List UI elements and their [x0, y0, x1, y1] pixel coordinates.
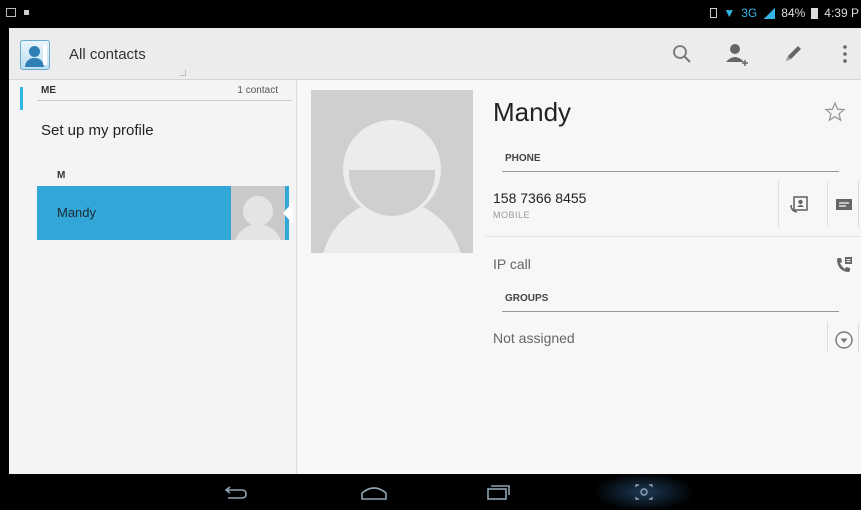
back-icon[interactable]: [218, 480, 254, 504]
vertical-divider: [827, 322, 828, 352]
letter-section-header: M: [57, 170, 66, 181]
add-contact-icon[interactable]: [721, 38, 753, 70]
screenshot-icon[interactable]: [626, 480, 662, 504]
phone-number[interactable]: 158 7366 8455: [493, 190, 586, 206]
contact-filter-spinner[interactable]: All contacts: [69, 46, 146, 63]
edit-icon[interactable]: [777, 38, 809, 70]
contact-detail-name: Mandy: [493, 97, 572, 127]
phone-type: MOBILE: [493, 210, 531, 220]
section-divider: [37, 100, 292, 101]
navigation-bar: [0, 474, 861, 510]
battery-percent: 84%: [781, 6, 806, 20]
groups-value: Not assigned: [493, 330, 575, 346]
groups-dropdown-icon[interactable]: [833, 329, 855, 351]
phone-section-header: PHONE: [505, 153, 541, 164]
signal-icon: [763, 7, 776, 19]
message-icon[interactable]: [833, 193, 855, 215]
vertical-divider: [858, 322, 859, 352]
phone-section-divider: [502, 171, 839, 172]
selection-arrow-icon: [283, 202, 293, 224]
fast-scroll-indicator[interactable]: [20, 87, 23, 110]
groups-section-header: GROUPS: [505, 293, 549, 304]
spinner-corner-icon: [180, 70, 186, 76]
contacts-app-icon[interactable]: [20, 40, 50, 70]
vertical-divider: [858, 181, 859, 227]
action-bar: All contacts: [9, 28, 861, 80]
sim-icon: [710, 8, 718, 18]
battery-icon: [811, 7, 819, 19]
video-call-icon[interactable]: [789, 193, 811, 215]
home-icon[interactable]: [356, 480, 392, 504]
contact-name: Mandy: [57, 205, 97, 220]
contact-list-panel[interactable]: ME 1 contact Set up my profile M Mandy: [9, 80, 297, 474]
contacts-app: All contacts ME 1 contact Set up my prof…: [9, 28, 861, 474]
ip-call-item[interactable]: IP call: [493, 256, 531, 272]
recent-apps-icon[interactable]: [480, 480, 516, 504]
overflow-menu-icon[interactable]: [829, 38, 861, 70]
clock: 4:39 P: [824, 6, 859, 20]
network-type: 3G: [741, 6, 758, 20]
setup-profile-item[interactable]: Set up my profile: [41, 122, 154, 139]
wifi-icon: ▼: [723, 6, 736, 20]
contact-list-item[interactable]: Mandy: [37, 186, 289, 240]
contact-avatar: [231, 186, 285, 240]
star-icon[interactable]: [823, 100, 847, 124]
groups-section-divider: [502, 311, 839, 312]
me-section-header: ME: [41, 85, 56, 96]
search-icon[interactable]: [666, 38, 698, 70]
status-bar: ▼ 3G 84% 4:39 P: [0, 0, 861, 28]
ip-call-icon[interactable]: [833, 254, 855, 276]
contact-detail-panel: Mandy PHONE 158 7366 8455 MOBILE IP call…: [298, 80, 861, 474]
contact-count: 1 contact: [237, 85, 278, 96]
contact-photo[interactable]: [311, 90, 473, 253]
vertical-divider: [827, 181, 828, 227]
notification-icon: [6, 8, 16, 17]
row-separator: [485, 236, 861, 237]
vertical-divider: [778, 181, 779, 227]
notification-dot-icon: [24, 10, 29, 15]
